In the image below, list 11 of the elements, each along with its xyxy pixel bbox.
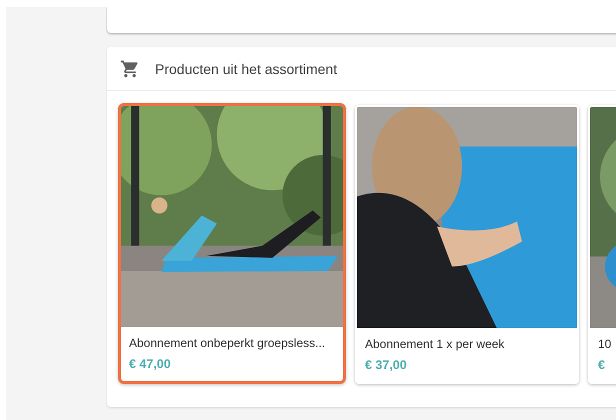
cart-icon: [120, 58, 140, 78]
product-price: € 37,00: [364, 357, 408, 373]
product-card[interactable]: Abonnement onbeperkt groepsless... € 47,00: [118, 103, 346, 384]
product-name: Abonnement onbeperkt groepsless...: [128, 335, 326, 351]
product-price: €: [597, 357, 606, 373]
product-name: 10: [597, 336, 612, 352]
product-price: € 47,00: [128, 356, 172, 372]
product-card[interactable]: Abonnement 1 x per week € 37,00: [355, 105, 579, 384]
product-name: Abonnement 1 x per week: [364, 336, 506, 352]
product-card[interactable]: 10 €: [588, 105, 616, 384]
section-title: Producten uit het assortiment: [155, 60, 338, 76]
